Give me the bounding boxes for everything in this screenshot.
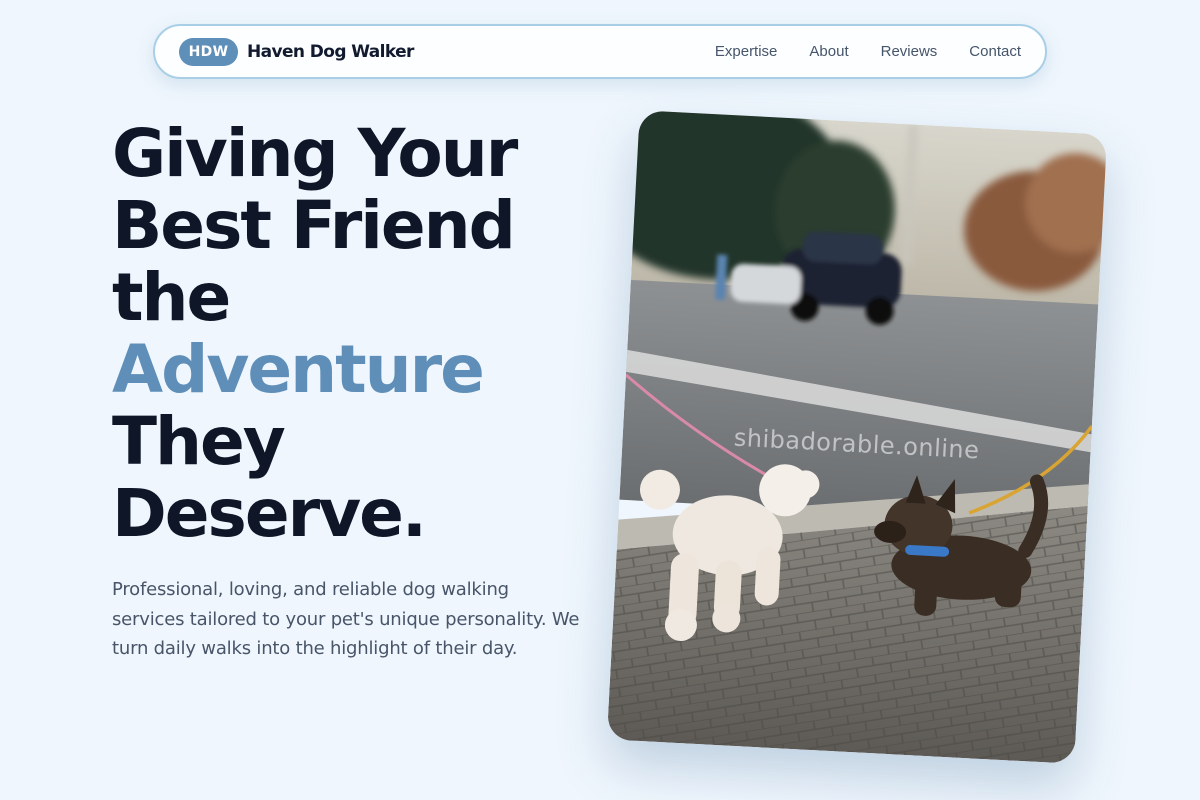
brand-name[interactable]: Haven Dog Walker [247,42,414,62]
top-navbar: HDW Haven Dog Walker Expertise About Rev… [153,24,1047,79]
headline-line-6: Deserve. [112,475,427,552]
nav-links: Expertise About Reviews Contact [715,43,1021,60]
headline-line-5: They [112,403,286,480]
headline-line-2: Best Friend [112,187,516,264]
hero-photo: shibadorable.online [606,110,1108,764]
nav-link-contact[interactable]: Contact [969,43,1021,60]
hero-subcopy: Professional, loving, and reliable dog w… [112,579,580,659]
nav-link-expertise[interactable]: Expertise [715,43,778,60]
hero-headline: Giving Your Best Friend the Adventure Th… [112,118,582,550]
headline-accent-word: Adventure [112,331,485,408]
nav-link-about[interactable]: About [809,43,848,60]
headline-line-3: the [112,259,231,336]
headline-line-1: Giving Your [112,115,518,192]
logo-badge[interactable]: HDW [179,37,238,66]
nav-link-reviews[interactable]: Reviews [881,43,938,60]
